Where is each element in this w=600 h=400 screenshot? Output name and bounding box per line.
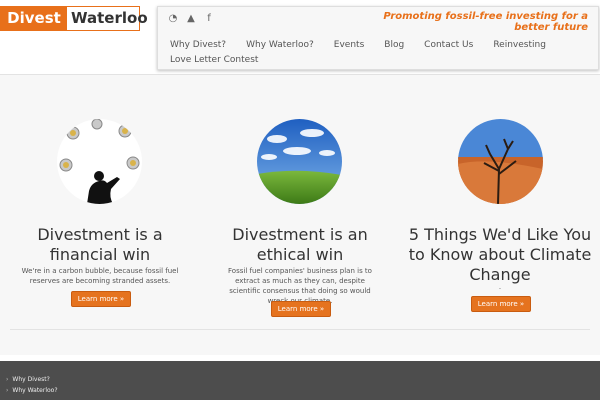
facebook-icon[interactable]: f [204,13,214,25]
feature-title: 5 Things We'd Like You to Know about Cli… [408,225,592,284]
feature-text: We're in a carbon bubble, because fossil… [21,267,179,285]
nav-panel: ◔ ▲ f Promoting fossil-free investing fo… [157,6,599,70]
learn-more-button[interactable]: Learn more » [271,301,331,317]
nav-reinvesting[interactable]: Reinvesting [493,38,546,53]
feature-text: Fossil fuel companies' business plan is … [228,267,372,305]
footer-link-why-divest[interactable]: Why Divest? [6,374,58,385]
nav-blog[interactable]: Blog [384,38,404,53]
feature-ethical: Divestment is an ethical win Fossil fuel… [200,75,400,355]
nav-contact-us[interactable]: Contact Us [424,38,473,53]
feature-title: Divestment is an ethical win [232,225,368,264]
social-links: ◔ ▲ f [168,13,214,27]
logo-divest: Divest [1,7,67,30]
footer-links: Why Divest? Why Waterloo? [6,374,58,396]
main-nav: Why Divest? Why Waterloo? Events Blog Contac… [170,38,570,68]
section-divider [10,329,590,330]
tagline: Promoting fossil-free investing for a be… [383,11,588,33]
feature-title: Divestment is a financial win [37,225,163,264]
learn-more-button[interactable]: Learn more » [71,291,131,307]
nav-why-waterloo[interactable]: Why Waterloo? [246,38,314,53]
feature-financial: Divestment is a financial win We're in a… [0,75,200,355]
nav-why-divest[interactable]: Why Divest? [170,38,226,53]
feature-climate: 5 Things We'd Like You to Know about Cli… [400,75,600,355]
learn-more-button[interactable]: Learn more » [471,296,531,312]
twitter-icon[interactable]: ▲ [186,13,196,25]
footer-link-why-waterloo[interactable]: Why Waterloo? [6,385,57,396]
nav-events[interactable]: Events [334,38,364,53]
site-header: Divest Waterloo ◔ ▲ f Promoting fossil-f… [0,0,600,75]
green-field-image [257,119,342,204]
logo-waterloo: Waterloo [71,9,148,27]
feature-text: . [498,283,502,291]
coins-juggler-image [57,119,142,204]
desert-tree-image [458,119,543,204]
nav-love-letter-contest[interactable]: Love Letter Contest [170,53,258,68]
rss-icon[interactable]: ◔ [168,13,178,25]
site-logo[interactable]: Divest Waterloo [0,6,148,31]
feature-section: Divestment is a financial win We're in a… [0,75,600,355]
site-footer: Why Divest? Why Waterloo? [0,361,600,400]
